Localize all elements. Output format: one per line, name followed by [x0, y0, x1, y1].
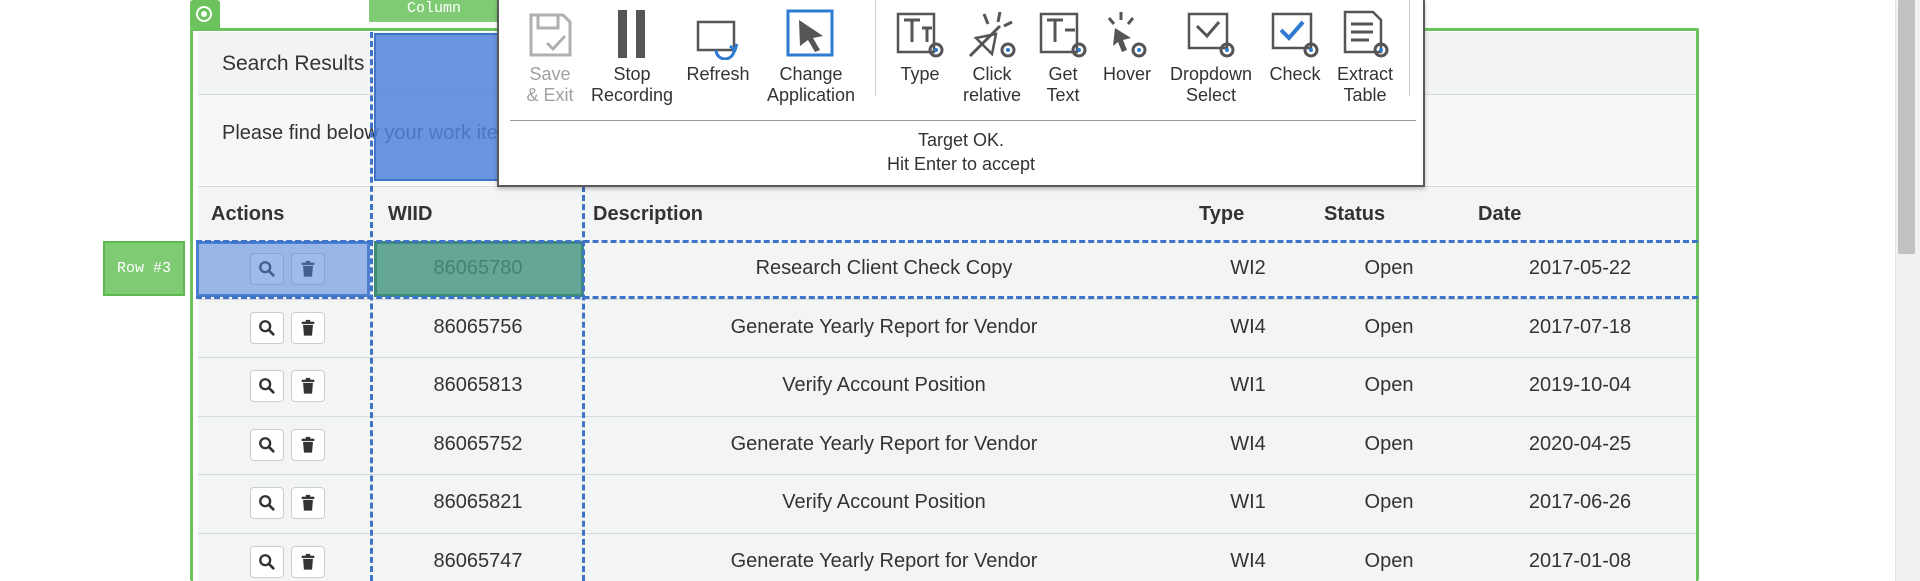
tool-label: Change — [779, 64, 843, 84]
tool-label: Table — [1343, 85, 1387, 105]
table-icon — [1339, 0, 1391, 60]
cell-selection-highlight — [374, 241, 584, 297]
hover-icon — [1101, 0, 1153, 60]
tool-label: Text — [1046, 85, 1080, 105]
cursor-icon — [785, 0, 837, 60]
tool-label: & Exit — [526, 85, 574, 105]
dropdown-icon — [1185, 0, 1237, 60]
row-label-badge: Row #3 — [103, 241, 185, 296]
target-icon — [196, 6, 212, 22]
tool-label: Extract — [1336, 64, 1393, 84]
tool-label: Select — [1185, 85, 1237, 105]
tool-label: Refresh — [686, 64, 750, 84]
tool-label: Stop — [613, 64, 651, 84]
column-guide-right — [582, 186, 585, 581]
refresh-icon — [694, 0, 742, 60]
pause-icon — [612, 0, 652, 60]
selector-frame-tab — [190, 0, 220, 28]
column-label-badge: Column — [369, 0, 499, 22]
column-selection-highlight — [374, 33, 504, 181]
tool-label: Application — [766, 85, 856, 105]
tool-label: Hover — [1102, 64, 1151, 84]
row-guide-top — [196, 240, 1698, 243]
recorder-toolbar: Save & Exit Stop Recording Refresh Change Appl… — [497, 0, 1425, 187]
row-selection-highlight — [196, 241, 370, 297]
scrollbar-thumb[interactable] — [1898, 0, 1915, 254]
tool-change-application-button[interactable]: Change Application — [751, 0, 871, 106]
target-hint: Hit Enter to accept — [886, 154, 1036, 174]
tool-label: Save — [529, 64, 571, 84]
toolbar-divider — [510, 120, 1416, 121]
toolbar-separator — [1409, 0, 1410, 96]
target-status: Target OK. — [917, 130, 1005, 150]
tool-extract-table-button[interactable]: Extract Table — [1305, 0, 1425, 106]
row-guide-bottom — [196, 296, 1698, 299]
toolbar-separator — [875, 0, 876, 96]
save-icon — [525, 0, 575, 60]
tool-label: Recording — [590, 85, 674, 105]
column-guide-left — [370, 32, 373, 581]
